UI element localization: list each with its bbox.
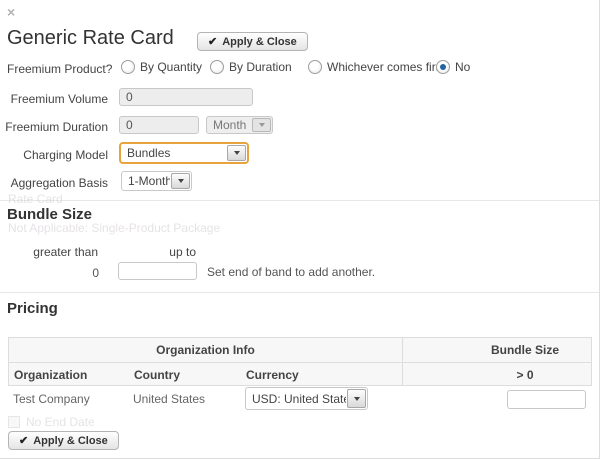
ghost-no-end-date-label: No End Date [26,415,95,429]
ghost-note-text: Not Applicable: Single-Product Package [8,221,220,235]
pricing-heading: Pricing [7,300,58,317]
pricing-table-header: Organization Info Bundle Size Organizati… [8,337,592,386]
chevron-down-icon[interactable] [227,145,246,161]
country-cell: United States [133,392,205,406]
radio-label: By Quantity [140,60,202,74]
ghost-rate-card-text: Rate Card [8,192,63,206]
apply-close-label: Apply & Close [222,36,297,48]
radio-option-by-quantity[interactable]: By Quantity [121,60,202,74]
bundle-size-price-input[interactable] [507,390,586,409]
radio-option-by-duration[interactable]: By Duration [210,60,292,74]
freemium-duration-input [119,116,199,134]
charging-model-label: Charging Model [0,148,108,162]
duration-unit-select: Month [206,116,273,134]
freemium-volume-label: Freemium Volume [0,92,108,106]
chevron-down-icon[interactable] [347,389,366,408]
apply-close-label: Apply & Close [33,435,108,447]
charging-model-value: Bundles [121,146,226,160]
radio-icon[interactable] [436,60,450,74]
radio-icon[interactable] [121,60,135,74]
organization-column-header: Organization [14,368,87,382]
check-icon: ✔ [208,35,217,48]
country-column-header: Country [134,368,180,382]
ghost-checkbox-icon [8,416,20,428]
band-hint-text: Set end of band to add another. [207,265,375,279]
generic-rate-card-dialog: × Generic Rate Card ✔ Apply & Close Free… [0,0,600,459]
apply-close-button-top[interactable]: ✔ Apply & Close [197,32,308,51]
aggregation-basis-label: Aggregation Basis [0,176,108,190]
radio-label: Whichever comes first [327,60,445,74]
freemium-product-label: Freemium Product? [7,62,112,76]
radio-icon[interactable] [210,60,224,74]
radio-option-whichever[interactable]: Whichever comes first [308,60,445,74]
section-divider [0,292,600,293]
charging-model-select[interactable]: Bundles [119,142,249,164]
organization-cell: Test Company [13,392,90,406]
radio-icon[interactable] [308,60,322,74]
radio-label: No [455,60,470,74]
duration-unit-value: Month [207,118,251,132]
radio-option-no[interactable]: No [436,60,470,74]
aggregation-basis-value: 1-Month [122,174,170,188]
ghost-no-end-date: No End Date [8,415,95,429]
currency-value: USD: United States [246,392,346,406]
check-icon: ✔ [19,434,28,447]
chevron-down-icon [252,118,271,132]
organization-info-group-header: Organization Info [9,343,402,357]
chevron-down-icon[interactable] [171,173,190,189]
freemium-volume-input [119,88,253,106]
currency-column-header: Currency [246,368,299,382]
up-to-input[interactable] [118,262,197,280]
close-icon[interactable]: × [7,4,15,20]
radio-label: By Duration [229,60,292,74]
freemium-duration-label: Freemium Duration [0,120,108,134]
greater-than-value: 0 [0,266,99,280]
greater-than-column-label: greater than [0,245,98,259]
apply-close-button-bottom[interactable]: ✔ Apply & Close [8,431,119,450]
page-title: Generic Rate Card [7,27,174,49]
section-divider [0,200,600,201]
bundle-size-group-header: Bundle Size [403,343,591,357]
aggregation-basis-select[interactable]: 1-Month [121,171,192,191]
up-to-column-label: up to [119,245,196,259]
bundle-band-column-header: > 0 [403,368,591,382]
currency-select[interactable]: USD: United States [245,387,368,410]
